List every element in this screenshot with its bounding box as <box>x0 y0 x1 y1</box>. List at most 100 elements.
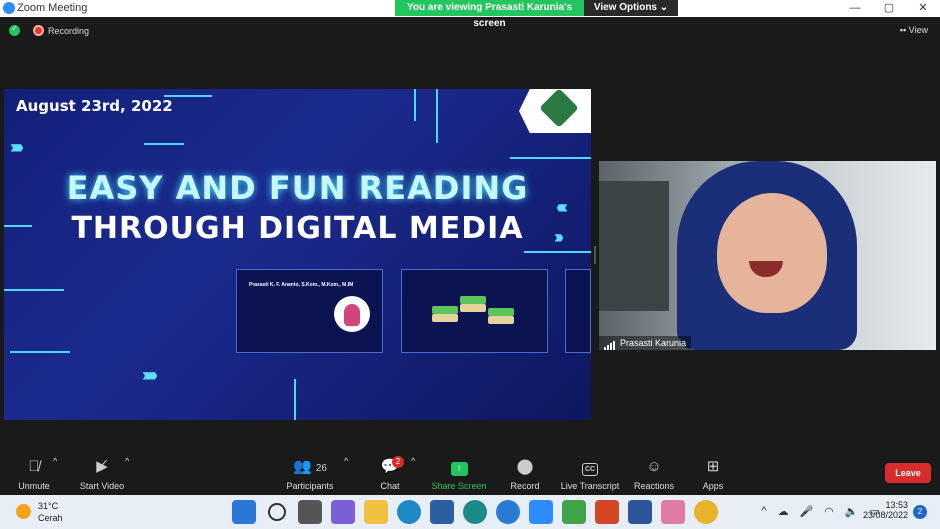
panel-resize-handle[interactable] <box>594 246 596 264</box>
zoom-taskbar-icon[interactable] <box>529 500 553 524</box>
share-screen-label: Share Screen <box>431 481 487 491</box>
chat-options-chevron-icon[interactable]: ^ <box>411 456 415 466</box>
apps-button[interactable]: ⊞ Apps <box>698 456 728 491</box>
view-options-button[interactable]: View Options ⌄ <box>584 0 678 16</box>
slide-thumbnail-partial <box>565 269 591 353</box>
reactions-button[interactable]: ☺ Reactions <box>632 456 676 491</box>
maximize-button[interactable]: ▢ <box>872 0 906 17</box>
taskbar-apps <box>232 500 718 524</box>
connection-bars-icon <box>604 336 616 350</box>
recording-label: Recording <box>48 26 90 36</box>
sheet-app-icon[interactable] <box>562 500 586 524</box>
store-icon[interactable] <box>430 500 454 524</box>
weather-sun-icon[interactable] <box>16 504 31 519</box>
view-label: View <box>908 25 928 35</box>
start-video-button[interactable]: ▶̸ Start Video <box>76 456 128 491</box>
weather-temperature[interactable]: 31°C <box>38 501 58 511</box>
circuit-line <box>524 251 591 253</box>
participant-name: Prasasti Karunia <box>620 338 687 348</box>
circuit-line <box>414 89 416 121</box>
leave-button[interactable]: Leave <box>885 463 931 483</box>
video-off-icon: ▶̸ <box>96 458 108 475</box>
share-screen-button[interactable]: ↑ Share Screen <box>430 456 488 491</box>
window-title: Zoom Meeting <box>17 2 88 14</box>
apps-icon: ⊞ <box>706 458 720 475</box>
meeting-status-row: Recording ▪▪ View <box>0 22 940 40</box>
unmute-label: Unmute <box>18 481 50 491</box>
participants-count: 26 <box>315 463 327 474</box>
video-window-area <box>599 181 669 311</box>
muted-microphone-icon: 🎙̸ <box>28 458 40 475</box>
slide-date: August 23rd, 2022 <box>16 97 173 115</box>
view-button[interactable]: ▪▪ View <box>900 25 928 35</box>
closed-caption-icon: CC <box>558 456 622 478</box>
close-button[interactable]: ✕ <box>906 0 940 17</box>
clock-time: 13:53 <box>885 500 908 510</box>
windows-start-icon[interactable] <box>232 500 256 524</box>
circuit-line <box>144 143 184 145</box>
notification-badge[interactable]: 2 <box>913 505 927 519</box>
weather-condition[interactable]: Cerah <box>38 513 63 523</box>
circuit-line <box>294 379 296 420</box>
windows-taskbar: 31°C Cerah ^ ☁ 🎤 ◠ 🔈 ▭ 13:53 23/08/2022 … <box>0 495 940 529</box>
participants-options-chevron-icon[interactable]: ^ <box>344 456 348 466</box>
share-screen-icon: ↑ <box>430 456 488 478</box>
books-illustration <box>432 292 514 332</box>
participant-face <box>717 193 827 313</box>
unmute-button[interactable]: 🎙̸ Unmute <box>14 456 54 491</box>
encryption-shield-icon[interactable] <box>9 24 20 36</box>
clock-date: 23/08/2022 <box>862 510 908 520</box>
screen-share-banner: You are viewing Prasasti Karunia's scree… <box>395 0 678 29</box>
edge-browser-icon[interactable] <box>397 500 421 524</box>
taskbar-clock[interactable]: 13:53 23/08/2022 <box>863 500 908 520</box>
record-button[interactable]: ⬤ Record <box>506 456 544 491</box>
snipping-tool-icon[interactable] <box>661 500 685 524</box>
search-icon[interactable] <box>268 503 286 521</box>
live-transcript-button[interactable]: CC Live Transcript <box>558 456 622 491</box>
presenter-avatar <box>334 296 370 332</box>
recording-icon <box>33 25 44 36</box>
live-transcript-label: Live Transcript <box>560 481 620 491</box>
slide-title-line2: THROUGH DIGITAL MEDIA <box>71 211 524 246</box>
record-icon: ⬤ <box>516 458 534 475</box>
wifi-icon[interactable]: ◠ <box>824 505 834 518</box>
minimize-button[interactable]: — <box>838 0 872 17</box>
app-icon[interactable] <box>463 500 487 524</box>
help-icon[interactable] <box>496 500 520 524</box>
cloud-icon[interactable]: ☁ <box>778 505 789 518</box>
chat-unread-badge: 2 <box>392 456 404 468</box>
participants-button[interactable]: 👥 26 Participants <box>284 456 336 491</box>
teams-chat-icon[interactable] <box>331 500 355 524</box>
participants-icon: 👥 26 <box>293 458 327 475</box>
chevrons-icon: ›››››› <box>142 365 158 385</box>
circuit-line <box>10 351 70 353</box>
file-explorer-icon[interactable] <box>364 500 388 524</box>
shared-screen-slide: August 23rd, 2022 ››››› ‹‹‹‹ ››› ›››››› … <box>4 89 591 420</box>
slide-title-line1: EASY AND FUN READING <box>66 169 529 207</box>
meeting-toolbar: 🎙̸ Unmute ^ ▶̸ Start Video ^ 👥 26 Partic… <box>0 452 940 495</box>
reactions-label: Reactions <box>633 481 675 491</box>
microphone-icon[interactable]: 🎤 <box>800 505 814 518</box>
volume-icon[interactable]: 🔈 <box>845 505 859 518</box>
video-options-chevron-icon[interactable]: ^ <box>125 456 129 466</box>
chrome-icon[interactable] <box>694 500 718 524</box>
apps-label: Apps <box>702 481 724 491</box>
slide-thumbnail-books <box>401 269 548 353</box>
show-hidden-icons-chevron-icon[interactable]: ^ <box>761 505 766 518</box>
participants-label: Participants <box>286 481 334 491</box>
viewing-screen-label: You are viewing Prasasti Karunia's scree… <box>395 0 584 29</box>
thumbnail-presenter-name: Prasasti K. F. Ananto, S.Kom., M.Kom., M… <box>249 282 354 288</box>
start-video-label: Start Video <box>79 481 125 491</box>
audio-options-chevron-icon[interactable]: ^ <box>53 456 57 466</box>
circuit-line <box>4 289 64 291</box>
reactions-icon: ☺ <box>646 458 662 475</box>
circuit-line <box>164 95 212 97</box>
word-icon[interactable] <box>628 500 652 524</box>
circuit-line <box>510 157 591 159</box>
powerpoint-icon[interactable] <box>595 500 619 524</box>
participant-video-tile[interactable]: Prasasti Karunia <box>599 161 936 350</box>
record-label: Record <box>510 481 540 491</box>
participant-name-tag: Prasasti Karunia <box>599 336 692 350</box>
circuit-line <box>436 89 438 143</box>
task-view-icon[interactable] <box>298 500 322 524</box>
